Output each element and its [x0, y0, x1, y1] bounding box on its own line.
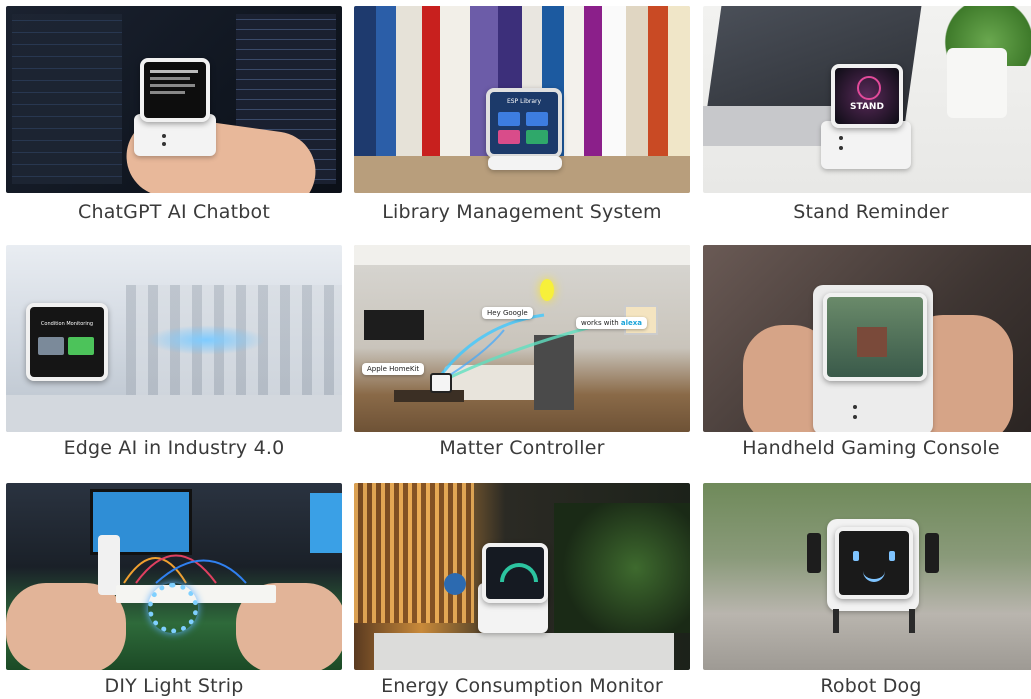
- matter-device: [430, 373, 452, 393]
- tag-works-with: works with alexa: [576, 317, 648, 329]
- robot-leg-1: [833, 609, 839, 633]
- tag-apple-homekit: Apple HomeKit: [362, 363, 425, 375]
- desk-surface: [374, 633, 674, 670]
- robot-leg-2: [909, 609, 915, 633]
- photo-edge-ai: Condition Monitoring: [6, 245, 342, 432]
- robot-right-arm: [925, 533, 939, 573]
- caption-matter-controller: Matter Controller: [439, 437, 605, 459]
- caption-handheld-gaming: Handheld Gaming Console: [742, 437, 1000, 459]
- lamp-shade: [354, 483, 474, 623]
- conveyor: [6, 395, 342, 432]
- condition-monitor-screen: Condition Monitoring: [26, 303, 108, 381]
- photo-handheld-gaming: [703, 245, 1031, 432]
- photo-matter-controller: Hey Google works with alexa Apple HomeKi…: [354, 245, 690, 432]
- game-screen: [823, 293, 927, 381]
- photo-library: ESP Library: [354, 6, 690, 193]
- caption-energy-monitor: Energy Consumption Monitor: [381, 675, 663, 697]
- tag-hey-google: Hey Google: [482, 307, 533, 319]
- plant: [554, 503, 690, 633]
- alexa-text: alexa: [620, 319, 643, 327]
- caption-chatgpt: ChatGPT AI Chatbot: [77, 201, 270, 223]
- code-screen-left: [12, 14, 122, 184]
- photo-stand-reminder: STAND: [703, 6, 1031, 193]
- photo-energy-monitor: [354, 483, 690, 670]
- photo-diy-light-strip: [6, 483, 342, 670]
- caption-robot-dog: Robot Dog: [820, 675, 922, 697]
- photo-chatgpt: [6, 6, 342, 193]
- jumper-wires: [123, 554, 247, 584]
- signal-arcs: [432, 313, 620, 387]
- signal-glow: [146, 325, 266, 355]
- energy-screen: [482, 543, 548, 603]
- stand-device-screen: STAND: [831, 64, 903, 128]
- caption-edge-ai: Edge AI in Industry 4.0: [63, 437, 285, 459]
- caption-library: Library Management System: [382, 201, 662, 223]
- works-with-text: works with: [581, 319, 619, 327]
- robot-left-arm: [807, 533, 821, 573]
- library-screen-title: ESP Library: [506, 98, 542, 105]
- photo-robot-dog: [703, 483, 1031, 670]
- project-gallery: ChatGPT AI Chatbot ESP Library Library M…: [0, 0, 1031, 699]
- library-device-screen: ESP Library: [486, 88, 562, 158]
- caption-diy-light-strip: DIY Light Strip: [104, 675, 244, 697]
- robot-face-screen: [835, 527, 913, 599]
- stand-text: STAND: [850, 102, 884, 112]
- smart-speaker: [444, 573, 466, 595]
- led-ring: [148, 583, 198, 633]
- caption-stand-reminder: Stand Reminder: [793, 201, 949, 223]
- condition-title: Condition Monitoring: [40, 321, 94, 327]
- pot: [947, 48, 1007, 118]
